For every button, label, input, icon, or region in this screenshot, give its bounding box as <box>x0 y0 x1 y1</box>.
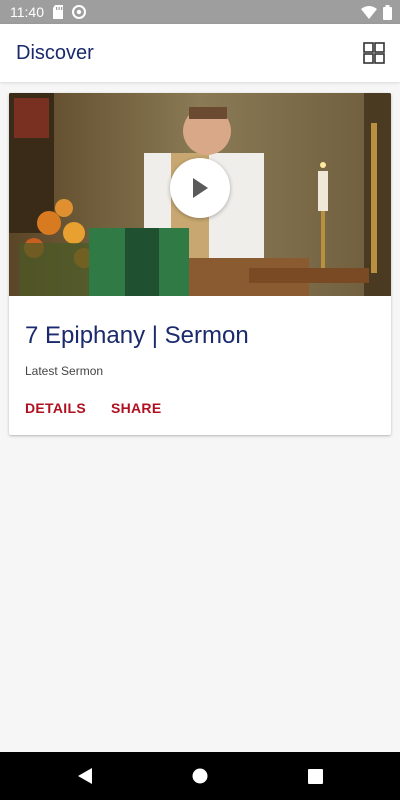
wifi-icon <box>361 5 377 19</box>
sync-icon <box>72 5 86 19</box>
play-icon <box>193 178 208 198</box>
page-title: Discover <box>16 41 94 64</box>
grid-view-icon <box>363 42 385 64</box>
video-thumbnail[interactable] <box>9 93 391 296</box>
grid-view-button[interactable] <box>362 41 386 65</box>
recents-button[interactable] <box>258 752 373 800</box>
card-title: 7 Epiphany | Sermon <box>25 322 249 349</box>
details-button[interactable]: DETAILS <box>25 400 86 416</box>
home-button[interactable] <box>143 752 258 800</box>
sd-card-icon <box>52 5 64 19</box>
back-button[interactable] <box>28 752 143 800</box>
home-icon <box>192 768 208 784</box>
battery-icon <box>383 4 392 20</box>
app-bar: Discover <box>0 24 400 82</box>
back-icon <box>78 768 92 784</box>
system-nav-bar <box>0 752 400 800</box>
status-time: 11:40 <box>10 4 44 20</box>
play-button[interactable] <box>170 158 230 218</box>
card-subtitle: Latest Sermon <box>25 364 104 378</box>
status-bar: 11:40 <box>0 0 400 24</box>
sermon-card[interactable]: 7 Epiphany | Sermon Latest Sermon DETAIL… <box>9 93 391 435</box>
share-button[interactable]: SHARE <box>111 400 162 416</box>
recents-icon <box>307 768 323 784</box>
